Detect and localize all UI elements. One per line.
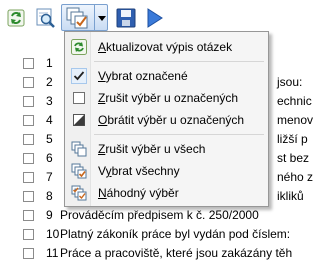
- play-button[interactable]: [141, 5, 167, 31]
- row-number: 4: [46, 113, 53, 127]
- row-number: 8: [46, 189, 53, 203]
- row-checkbox[interactable]: [23, 77, 34, 88]
- list-item[interactable]: 9 Prováděcím předpisem k č. 250/2000: [0, 206, 300, 225]
- menu-item-select-all[interactable]: Vybrat všechny: [67, 161, 266, 181]
- multi-check-icon: [66, 7, 88, 29]
- menu-item-label: Vybrat všechny: [98, 164, 180, 178]
- row-checkbox[interactable]: [23, 58, 34, 69]
- row-text: ného z: [277, 170, 314, 184]
- row-checkbox[interactable]: [23, 115, 34, 126]
- row-text: st bez: [277, 151, 310, 165]
- menu-item-label: Zrušit výběr u všech: [98, 142, 206, 156]
- check-icon: [71, 68, 87, 84]
- menu-item-label: Náhodný výběr: [98, 186, 179, 200]
- row-number: 5: [46, 132, 53, 146]
- row-number: 1: [46, 56, 53, 70]
- row-number: 7: [46, 170, 53, 184]
- row-number: 10: [46, 227, 60, 241]
- select-all-icon: [71, 163, 87, 179]
- row-text: ikliků: [277, 189, 304, 203]
- row-text: Prováděcím předpisem k č. 250/2000: [60, 208, 259, 222]
- search-button[interactable]: [33, 5, 59, 31]
- row-number: 3: [46, 94, 53, 108]
- menu-item-label: Aktualizovat výpis otázek: [98, 40, 233, 54]
- menu-item-refresh-list[interactable]: Aktualizovat výpis otázek: [67, 37, 266, 57]
- row-text: Práce a pracoviště, které jsou zakázány …: [60, 246, 293, 260]
- selection-menu-button[interactable]: [61, 4, 108, 31]
- row-number: 6: [46, 151, 53, 165]
- row-number: 2: [46, 75, 53, 89]
- row-text: menov: [277, 113, 314, 127]
- search-icon: [36, 8, 55, 28]
- row-checkbox[interactable]: [23, 210, 34, 221]
- split-divider: [94, 5, 95, 30]
- row-checkbox[interactable]: [23, 229, 34, 240]
- row-checkbox[interactable]: [23, 172, 34, 183]
- random-select-icon: [71, 185, 87, 201]
- menu-item-select-marked[interactable]: Vybrat označené: [67, 66, 266, 86]
- save-icon: [116, 8, 136, 28]
- row-text: Platný zákoník práce byl vydán pod čísle…: [60, 227, 291, 241]
- refresh-button[interactable]: [3, 5, 29, 31]
- row-text: jsou:: [277, 75, 303, 89]
- chevron-down-icon[interactable]: [98, 16, 106, 21]
- refresh-icon: [7, 9, 25, 27]
- row-checkbox[interactable]: [23, 153, 34, 164]
- empty-checkbox-icon: [73, 92, 85, 104]
- list-item[interactable]: 10 Platný zákoník práce byl vydán pod čí…: [0, 225, 300, 244]
- invert-selection-icon: [73, 114, 85, 126]
- list-item[interactable]: 11 Práce a pracoviště, které jsou zakázá…: [0, 244, 300, 263]
- menu-item-label: Zrušit výběr u označených: [98, 91, 239, 105]
- menu-separator: [94, 134, 264, 135]
- menu-item-label: Obrátit výběr u označených: [98, 113, 245, 127]
- menu-item-deselect-marked[interactable]: Zrušit výběr u označených: [67, 88, 266, 108]
- menu-item-invert-marked[interactable]: Obrátit výběr u označených: [67, 110, 266, 130]
- row-checkbox[interactable]: [23, 191, 34, 202]
- row-checkbox[interactable]: [23, 96, 34, 107]
- unselect-all-icon: [71, 141, 87, 157]
- row-text: echnic: [277, 94, 312, 108]
- refresh-icon: [71, 39, 87, 55]
- row-text: ližší p: [277, 132, 308, 146]
- play-icon: [147, 8, 163, 28]
- menu-separator: [94, 61, 264, 62]
- row-number: 9: [46, 208, 53, 222]
- row-number: 11: [46, 246, 59, 260]
- save-button[interactable]: [113, 5, 139, 31]
- menu-item-deselect-all[interactable]: Zrušit výběr u všech: [67, 139, 266, 159]
- menu-item-random-select[interactable]: Náhodný výběr: [67, 183, 266, 203]
- menu-item-label: Vybrat označené: [98, 69, 188, 83]
- row-checkbox[interactable]: [23, 134, 34, 145]
- selection-dropdown-menu: Aktualizovat výpis otázek Vybrat označen…: [64, 31, 269, 207]
